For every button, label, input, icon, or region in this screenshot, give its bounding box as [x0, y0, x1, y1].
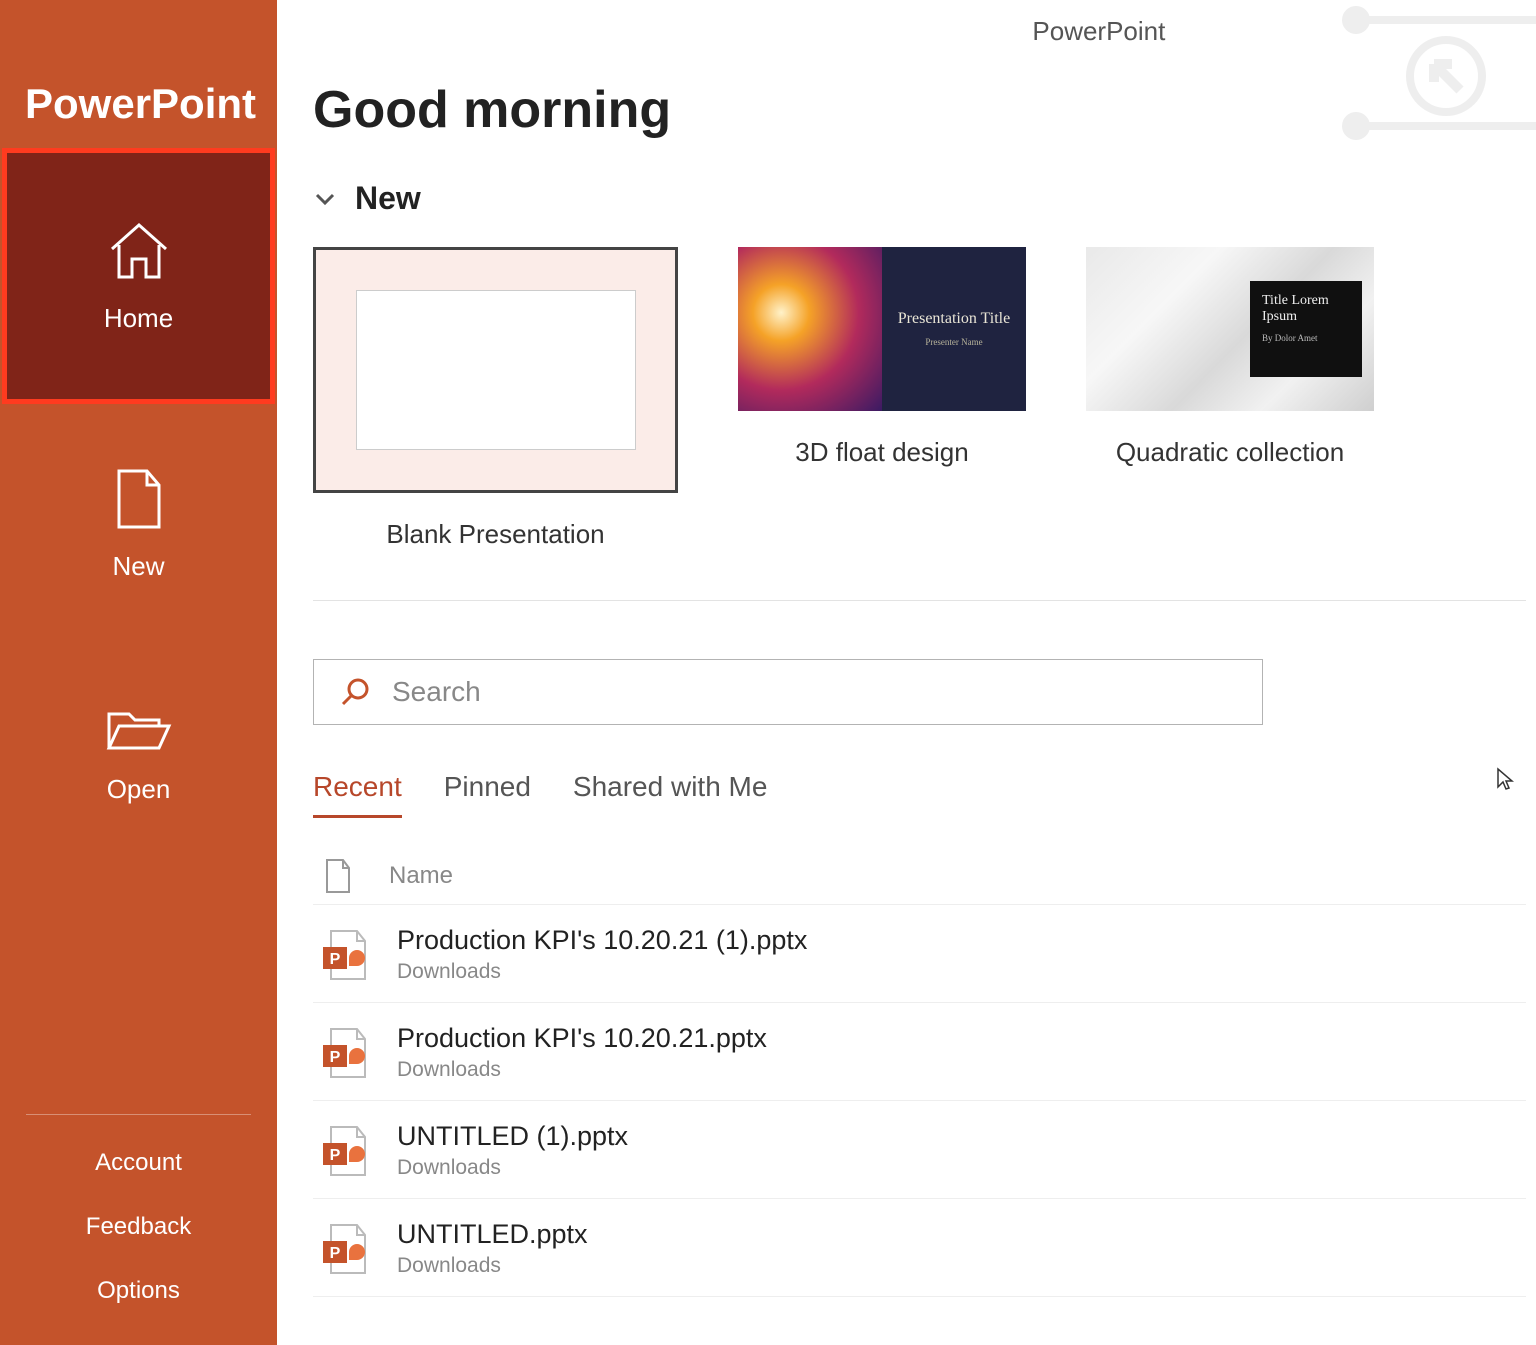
file-location: Downloads [397, 1156, 628, 1180]
document-icon [113, 467, 165, 531]
template-3d-float-design[interactable]: Presentation Title Presenter Name 3D flo… [738, 247, 1026, 550]
file-location: Downloads [397, 960, 807, 984]
sidebar-item-feedback[interactable]: Feedback [86, 1213, 191, 1241]
pptx-file-icon: P [319, 1025, 369, 1081]
sidebar-item-home[interactable]: Home [2, 148, 275, 404]
folder-open-icon [105, 704, 173, 754]
sidebar-item-label: New [112, 551, 164, 582]
svg-text:P: P [330, 951, 341, 968]
svg-text:P: P [330, 1049, 341, 1066]
thumb-title: Title Lorem Ipsum [1262, 293, 1350, 325]
pptx-file-icon: P [319, 927, 369, 983]
window-app-label: PowerPoint [1032, 16, 1165, 47]
sidebar-app-title: PowerPoint [0, 0, 277, 148]
chevron-down-icon [313, 187, 337, 211]
search-box[interactable] [313, 659, 1263, 725]
search-input[interactable] [392, 676, 1236, 708]
file-list-header: Name [313, 858, 1526, 905]
decorative-graphic [1336, 0, 1536, 150]
template-label: 3D float design [795, 437, 968, 468]
template-thumb: Presentation Title Presenter Name [738, 247, 1026, 411]
file-tabs: Recent Pinned Shared with Me [313, 771, 1536, 818]
templates-row: Blank Presentation Presentation Title Pr… [313, 247, 1526, 601]
sidebar-item-label: Open [107, 774, 171, 805]
new-section-header[interactable]: New [313, 180, 1536, 217]
search-wrap [313, 659, 1263, 725]
template-quadratic-collection[interactable]: Title Lorem Ipsum By Dolor Amet Quadrati… [1086, 247, 1374, 550]
file-row[interactable]: P UNTITLED.pptx Downloads [313, 1199, 1526, 1297]
cursor-icon [1496, 767, 1514, 791]
tab-shared-with-me[interactable]: Shared with Me [573, 771, 768, 818]
file-name: Production KPI's 10.20.21.pptx [397, 1023, 767, 1054]
template-thumb [313, 247, 678, 493]
file-name: UNTITLED (1).pptx [397, 1121, 628, 1152]
template-thumb: Title Lorem Ipsum By Dolor Amet [1086, 247, 1374, 411]
file-location: Downloads [397, 1058, 767, 1082]
section-header-label: New [355, 180, 421, 217]
file-row[interactable]: P Production KPI's 10.20.21.pptx Downloa… [313, 1003, 1526, 1101]
pptx-file-icon: P [319, 1123, 369, 1179]
template-label: Quadratic collection [1116, 437, 1344, 468]
sidebar-item-new[interactable]: New [0, 404, 277, 644]
file-list: P Production KPI's 10.20.21 (1).pptx Dow… [313, 905, 1536, 1297]
file-row[interactable]: P Production KPI's 10.20.21 (1).pptx Dow… [313, 905, 1526, 1003]
column-name: Name [389, 862, 453, 890]
thumb-title: Presentation Title [898, 309, 1010, 329]
search-icon [340, 677, 370, 707]
tab-pinned[interactable]: Pinned [444, 771, 531, 818]
sidebar-bottom: Account Feedback Options [26, 1114, 251, 1345]
thumb-subtitle: Presenter Name [925, 337, 982, 348]
main-pane: PowerPoint Good morning New Blank Presen… [277, 0, 1536, 1345]
file-name: Production KPI's 10.20.21 (1).pptx [397, 925, 807, 956]
sidebar-item-options[interactable]: Options [97, 1277, 180, 1305]
home-icon [104, 219, 174, 283]
svg-text:P: P [330, 1245, 341, 1262]
template-label: Blank Presentation [386, 519, 604, 550]
file-location: Downloads [397, 1254, 588, 1278]
svg-text:P: P [330, 1147, 341, 1164]
tab-recent[interactable]: Recent [313, 771, 402, 818]
sidebar-item-label: Home [104, 303, 173, 334]
template-blank-presentation[interactable]: Blank Presentation [313, 247, 678, 550]
document-icon [323, 858, 353, 894]
thumb-subtitle: By Dolor Amet [1262, 333, 1350, 343]
sidebar-item-account[interactable]: Account [95, 1149, 182, 1177]
file-row[interactable]: P UNTITLED (1).pptx Downloads [313, 1101, 1526, 1199]
sidebar: PowerPoint Home New Open Account Feedbac… [0, 0, 277, 1345]
pptx-file-icon: P [319, 1221, 369, 1277]
sidebar-item-open[interactable]: Open [0, 644, 277, 864]
file-name: UNTITLED.pptx [397, 1219, 588, 1250]
